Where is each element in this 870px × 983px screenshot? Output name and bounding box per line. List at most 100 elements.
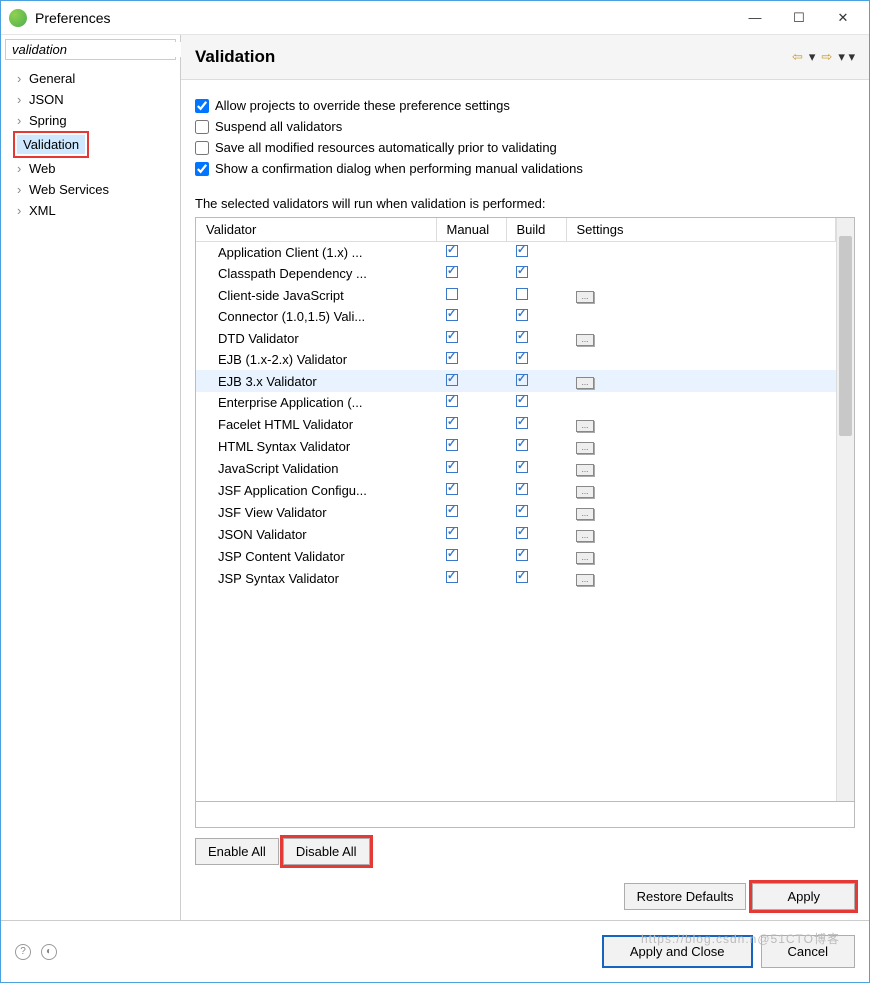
table-row[interactable]: JSON Validator... [196,523,836,545]
checkbox-allow-override[interactable] [195,99,209,113]
manual-checkbox[interactable] [446,527,458,539]
settings-button[interactable]: ... [576,377,594,389]
table-row[interactable]: JSP Syntax Validator... [196,567,836,589]
build-checkbox[interactable] [516,374,528,386]
settings-button[interactable]: ... [576,530,594,542]
manual-checkbox[interactable] [446,245,458,257]
progress-icon[interactable]: ◐ [41,944,57,960]
back-icon[interactable]: ⇦ [792,49,803,65]
settings-button[interactable]: ... [576,552,594,564]
col-build[interactable]: Build [506,218,566,242]
tree-item-validation[interactable]: Validation [17,135,85,154]
check-save-modified[interactable]: Save all modified resources automaticall… [195,140,855,155]
table-row[interactable]: DTD Validator... [196,327,836,349]
tree-item-general[interactable]: General [3,68,178,89]
tree-item-web-services[interactable]: Web Services [3,179,178,200]
forward-icon[interactable]: ⇨ [821,49,832,65]
settings-button[interactable]: ... [576,420,594,432]
tree-item-xml[interactable]: XML [3,200,178,221]
table-row[interactable]: Application Client (1.x) ... [196,242,836,264]
manual-checkbox[interactable] [446,417,458,429]
cancel-button[interactable]: Cancel [761,935,855,968]
table-row[interactable]: HTML Syntax Validator... [196,435,836,457]
table-row[interactable]: JavaScript Validation... [196,457,836,479]
build-checkbox[interactable] [516,483,528,495]
manual-checkbox[interactable] [446,549,458,561]
table-row[interactable]: JSP Content Validator... [196,545,836,567]
settings-button[interactable]: ... [576,486,594,498]
checkbox-save-modified[interactable] [195,141,209,155]
manual-checkbox[interactable] [446,374,458,386]
table-row[interactable]: EJB (1.x-2.x) Validator [196,349,836,370]
apply-and-close-button[interactable]: Apply and Close [602,935,753,968]
settings-button[interactable]: ... [576,291,594,303]
build-checkbox[interactable] [516,266,528,278]
table-row[interactable]: Client-side JavaScript... [196,284,836,306]
tree-item-web[interactable]: Web [3,158,178,179]
filter-input[interactable] [12,42,190,57]
build-checkbox[interactable] [516,288,528,300]
manual-checkbox[interactable] [446,505,458,517]
disable-all-button[interactable]: Disable All [283,838,370,865]
table-row[interactable]: JSF View Validator... [196,501,836,523]
restore-defaults-button[interactable]: Restore Defaults [624,883,747,910]
enable-all-button[interactable]: Enable All [195,838,279,865]
checkbox-suspend[interactable] [195,120,209,134]
titlebar: Preferences — ☐ ✕ [1,1,869,35]
col-validator[interactable]: Validator [196,218,436,242]
manual-checkbox[interactable] [446,483,458,495]
filter-box[interactable]: ⌫ [5,39,176,60]
build-checkbox[interactable] [516,527,528,539]
close-button[interactable]: ✕ [833,8,853,28]
tree-item-validation-highlight: Validation [13,131,89,158]
tree-item-spring[interactable]: Spring [3,110,178,131]
manual-checkbox[interactable] [446,331,458,343]
settings-button[interactable]: ... [576,464,594,476]
build-checkbox[interactable] [516,245,528,257]
settings-button[interactable]: ... [576,442,594,454]
table-row[interactable]: JSF Application Configu...... [196,479,836,501]
col-settings[interactable]: Settings [566,218,836,242]
table-row[interactable]: Enterprise Application (... [196,392,836,413]
nav-arrows: ⇦▾ ⇨▾ ▾ [792,49,855,65]
settings-button[interactable]: ... [576,508,594,520]
table-row[interactable]: EJB 3.x Validator... [196,370,836,392]
scrollbar-thumb[interactable] [839,236,852,436]
build-checkbox[interactable] [516,571,528,583]
tree-item-json[interactable]: JSON [3,89,178,110]
checkbox-confirm-dialog[interactable] [195,162,209,176]
manual-checkbox[interactable] [446,288,458,300]
manual-checkbox[interactable] [446,395,458,407]
manual-checkbox[interactable] [446,352,458,364]
validator-name: Facelet HTML Validator [196,413,436,435]
check-suspend[interactable]: Suspend all validators [195,119,855,134]
build-checkbox[interactable] [516,439,528,451]
table-row[interactable]: Facelet HTML Validator... [196,413,836,435]
build-checkbox[interactable] [516,331,528,343]
build-checkbox[interactable] [516,309,528,321]
validator-name: EJB 3.x Validator [196,370,436,392]
check-allow-override[interactable]: Allow projects to override these prefere… [195,98,855,113]
table-row[interactable]: Classpath Dependency ... [196,263,836,284]
col-manual[interactable]: Manual [436,218,506,242]
build-checkbox[interactable] [516,395,528,407]
manual-checkbox[interactable] [446,266,458,278]
table-row[interactable]: Connector (1.0,1.5) Vali... [196,306,836,327]
maximize-button[interactable]: ☐ [789,8,809,28]
build-checkbox[interactable] [516,417,528,429]
build-checkbox[interactable] [516,549,528,561]
scrollbar[interactable] [836,218,854,801]
settings-button[interactable]: ... [576,574,594,586]
apply-button[interactable]: Apply [752,883,855,910]
manual-checkbox[interactable] [446,571,458,583]
settings-button[interactable]: ... [576,334,594,346]
help-icon[interactable]: ? [15,944,31,960]
manual-checkbox[interactable] [446,309,458,321]
manual-checkbox[interactable] [446,461,458,473]
build-checkbox[interactable] [516,352,528,364]
minimize-button[interactable]: — [745,8,765,28]
build-checkbox[interactable] [516,461,528,473]
build-checkbox[interactable] [516,505,528,517]
check-confirm-dialog[interactable]: Show a confirmation dialog when performi… [195,161,855,176]
manual-checkbox[interactable] [446,439,458,451]
